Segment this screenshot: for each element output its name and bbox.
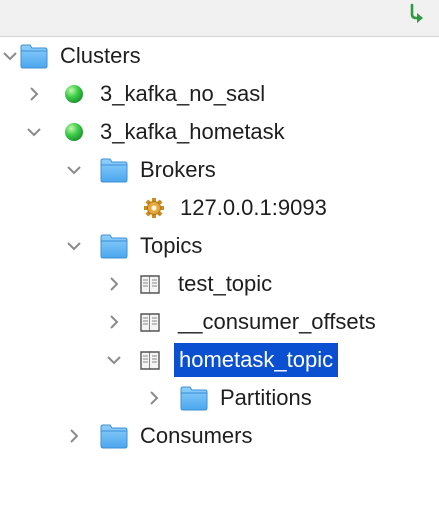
tree-label: 127.0.0.1:9093 [180, 195, 327, 220]
book-icon [140, 351, 160, 370]
tree-label: Brokers [140, 157, 216, 182]
tree-label: 3_kafka_no_sasl [100, 81, 266, 106]
tree-label: hometask_topic [174, 343, 339, 377]
tree-label: __consumer_offsets [178, 309, 376, 334]
tree-node-topic[interactable]: test_topic [0, 265, 439, 303]
chevron-down-icon[interactable] [64, 160, 84, 180]
chevron-right-icon[interactable] [64, 426, 84, 446]
folder-icon [100, 158, 128, 183]
folder-icon [100, 234, 128, 259]
cluster-browser-panel: Clusters 3_kafka_no_sasl 3_kafka_hometas… [0, 0, 439, 505]
chevron-right-icon[interactable] [144, 388, 164, 408]
chevron-right-icon[interactable] [104, 274, 124, 294]
tree-node-clusters[interactable]: Clusters [0, 37, 439, 75]
tree-label: Clusters [60, 43, 141, 68]
chevron-right-icon[interactable] [104, 312, 124, 332]
chevron-down-icon[interactable] [64, 236, 84, 256]
tree-node-brokers[interactable]: Brokers [0, 151, 439, 189]
tree-node-topic[interactable]: __consumer_offsets [0, 303, 439, 341]
refresh-button[interactable] [405, 2, 429, 28]
tree-label: Partitions [220, 385, 312, 410]
tree-node-cluster[interactable]: 3_kafka_hometask [0, 113, 439, 151]
folder-icon [20, 44, 48, 69]
tree-node-partitions[interactable]: Partitions [0, 379, 439, 417]
tree-label: Consumers [140, 423, 253, 448]
tree-label: test_topic [178, 271, 273, 296]
status-connected-icon [65, 85, 83, 103]
book-icon [140, 313, 160, 332]
tree-node-consumers[interactable]: Consumers [0, 417, 439, 455]
folder-icon [180, 386, 208, 411]
tree-node-topic-selected[interactable]: hometask_topic [0, 341, 439, 379]
tree-node-topics[interactable]: Topics [0, 227, 439, 265]
folder-icon [100, 424, 128, 449]
chevron-down-icon[interactable] [104, 350, 124, 370]
tree-label: Topics [140, 233, 203, 258]
refresh-arrow-icon [410, 3, 423, 23]
book-icon [140, 275, 160, 294]
tree-label: 3_kafka_hometask [100, 119, 285, 144]
chevron-right-icon[interactable] [24, 84, 44, 104]
tree-node-broker[interactable]: 127.0.0.1:9093 [0, 189, 439, 227]
chevron-down-icon[interactable] [0, 46, 20, 66]
panel-toolbar [0, 0, 439, 37]
chevron-down-icon[interactable] [24, 122, 44, 142]
gear-icon [144, 198, 164, 218]
tree-node-cluster[interactable]: 3_kafka_no_sasl [0, 75, 439, 113]
status-connected-icon [65, 123, 83, 141]
